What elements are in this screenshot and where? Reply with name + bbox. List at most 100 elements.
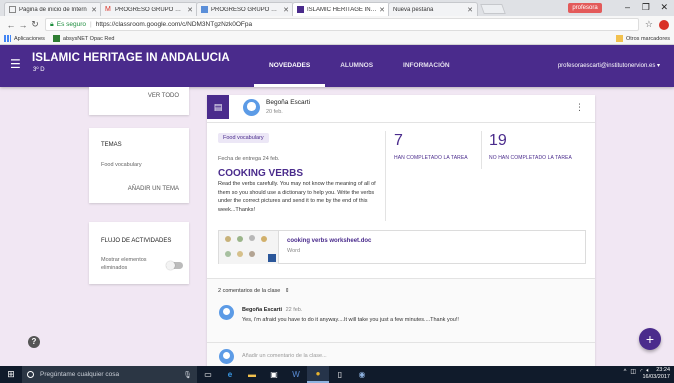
- add-button[interactable]: +: [639, 328, 661, 350]
- apps-grid-icon: [4, 35, 11, 42]
- task-view-icon[interactable]: ▭: [197, 366, 219, 383]
- bookmark-apps[interactable]: Aplicaciones: [4, 35, 45, 42]
- bookmark-label: Otros marcadores: [625, 35, 670, 42]
- tab-informacion[interactable]: INFORMACIÓN: [388, 45, 465, 87]
- assignment-post: ▤ Begoña Escarti 20 feb. ⋮ Food vocabula…: [207, 95, 595, 383]
- comment-text: Yes, i'm afraid you have to do it anyway…: [242, 317, 459, 323]
- class-header: ☰ ISLAMIC HERITAGE IN ANDALUCIA 3º D NOV…: [0, 45, 674, 87]
- folder-icon: [615, 35, 623, 42]
- taskbar-search[interactable]: Pregúntame cualquier cosa 🎙︎: [22, 366, 197, 383]
- tab-alumnos[interactable]: ALUMNOS: [325, 45, 388, 87]
- comment-header: Begoña Escarti 22 feb.: [242, 307, 302, 313]
- post-author: Begoña Escarti: [266, 99, 311, 106]
- store-icon[interactable]: ▣: [263, 366, 285, 383]
- comment-author: Begoña Escarti: [242, 307, 283, 313]
- close-tab-icon[interactable]: ✕: [187, 6, 193, 14]
- attachment[interactable]: cooking verbs worksheet.doc Word: [218, 230, 586, 264]
- show-deleted-label: Mostrar elementos eliminados: [101, 257, 147, 271]
- show-deleted-toggle[interactable]: [166, 261, 183, 270]
- maximize-button[interactable]: ❐: [642, 2, 650, 13]
- menu-icon[interactable]: ☰: [10, 57, 21, 71]
- notes-icon[interactable]: ▯: [329, 366, 351, 383]
- reload-icon[interactable]: ↻: [29, 19, 41, 30]
- divider: [481, 131, 482, 169]
- post-date: 20 feb.: [266, 109, 283, 115]
- clock-date: 16/03/2017: [642, 374, 670, 380]
- app-icon[interactable]: ◉: [351, 366, 373, 383]
- help-icon[interactable]: ?: [28, 336, 40, 348]
- add-comment-input[interactable]: Añadir un comentario de la clase...: [242, 353, 327, 359]
- avatar: [219, 305, 234, 320]
- chrome-icon[interactable]: ●: [307, 366, 329, 383]
- avatar: [219, 349, 234, 364]
- close-tab-icon[interactable]: ✕: [379, 6, 385, 14]
- browser-tab[interactable]: Página de inicio de Intern ✕: [4, 2, 102, 16]
- clock[interactable]: 23:24 16/03/2017: [642, 367, 670, 381]
- comment-date: 22 feb.: [285, 307, 303, 313]
- stream-title: FLUJO DE ACTIVIDADES: [101, 238, 172, 244]
- forward-icon[interactable]: →: [17, 20, 29, 30]
- tab-title: Página de inicio de Intern: [19, 6, 87, 13]
- tab-title: PROGRESO GRUPO DE T: [115, 6, 186, 13]
- browser-tab-active[interactable]: ISLAMIC HERITAGE IN AN ✕: [292, 2, 390, 16]
- class-nav: NOVEDADES ALUMNOS INFORMACIÓN: [254, 45, 465, 87]
- add-topic-button[interactable]: AÑADIR UN TEMA: [128, 186, 179, 192]
- minimize-button[interactable]: –: [625, 2, 630, 12]
- lock-icon: 🔒︎: [50, 20, 54, 28]
- windows-start-icon[interactable]: ⊞: [0, 369, 22, 380]
- url-text: https://classroom.google.com/c/NDM3NTgzN…: [95, 21, 253, 28]
- browser-tab[interactable]: M PROGRESO GRUPO DE T ✕: [100, 2, 198, 16]
- more-options-icon[interactable]: ⋮: [575, 102, 584, 113]
- completed-label: HAN COMPLETADO LA TAREA: [394, 155, 468, 161]
- tab-novedades[interactable]: NOVEDADES: [254, 45, 326, 87]
- new-tab-button[interactable]: [480, 4, 506, 14]
- tab-title: ISLAMIC HERITAGE IN AN: [307, 6, 378, 13]
- browser-tab[interactable]: Nueva pestaña ✕: [388, 2, 478, 16]
- close-tab-icon[interactable]: ✕: [283, 6, 289, 14]
- other-bookmarks[interactable]: Otros marcadores: [615, 35, 670, 42]
- tray-chevron-icon[interactable]: ^: [624, 369, 627, 375]
- not-completed-count[interactable]: 19: [489, 132, 507, 150]
- upcoming-card: VER TODO: [89, 87, 189, 115]
- back-icon[interactable]: ←: [5, 20, 17, 30]
- bookmark-star-icon[interactable]: ☆: [645, 19, 653, 30]
- bookmark-label: absysNET Opac Red: [62, 35, 115, 42]
- microphone-icon[interactable]: 🎙︎: [183, 371, 192, 379]
- bookmarks-bar: Aplicaciones absysNET Opac Red Otros mar…: [0, 33, 674, 45]
- sheets-icon: [201, 6, 208, 13]
- divider: [207, 122, 595, 123]
- browser-tab-strip: Página de inicio de Intern ✕ M PROGRESO …: [0, 0, 674, 16]
- extension-icon[interactable]: [659, 19, 669, 30]
- avatar: [243, 99, 260, 116]
- attachment-thumbnail: [219, 231, 279, 264]
- close-tab-icon[interactable]: ✕: [467, 6, 473, 14]
- stream-settings-card: FLUJO DE ACTIVIDADES Mostrar elementos e…: [89, 222, 189, 284]
- attachment-type: Word: [287, 248, 301, 254]
- profile-button[interactable]: profesora: [568, 3, 602, 13]
- word-icon[interactable]: W: [285, 366, 307, 383]
- comments-toggle[interactable]: 2 comentarios de la clase ⇕: [218, 288, 290, 294]
- topic-item[interactable]: Food vocabulary: [101, 162, 142, 168]
- account-menu[interactable]: profesoraescarti@institutonervion.es ▾: [558, 62, 660, 69]
- close-tab-icon[interactable]: ✕: [91, 6, 97, 14]
- class-title[interactable]: ISLAMIC HERITAGE IN ANDALUCIA: [32, 52, 230, 64]
- bookmark-label: Aplicaciones: [14, 35, 45, 42]
- ver-todo-link[interactable]: VER TODO: [148, 93, 179, 99]
- url-input[interactable]: 🔒︎ Es seguro | https://classroom.google.…: [45, 18, 639, 31]
- close-window-button[interactable]: ✕: [660, 2, 668, 13]
- bookmark-absysnet[interactable]: absysNET Opac Red: [52, 35, 115, 42]
- divider: [385, 131, 386, 221]
- assignment-title[interactable]: COOKING VERBS: [218, 168, 303, 179]
- class-section: 3º D: [33, 67, 45, 73]
- edge-icon[interactable]: e: [219, 366, 241, 383]
- clock-time: 23:24: [656, 367, 670, 373]
- attachment-name[interactable]: cooking verbs worksheet.doc: [287, 238, 371, 244]
- file-explorer-icon[interactable]: ▬: [241, 366, 263, 383]
- search-placeholder: Pregúntame cualquier cosa: [40, 371, 120, 378]
- not-completed-label: NO HAN COMPLETADO LA TAREA: [489, 155, 572, 161]
- classroom-icon: [297, 6, 304, 13]
- topic-chip[interactable]: Food vocabulary: [218, 133, 269, 143]
- completed-count[interactable]: 7: [394, 132, 403, 150]
- network-icon[interactable]: ◫: [630, 368, 636, 375]
- browser-tab[interactable]: PROGRESO GRUPO DE T ✕: [196, 2, 294, 16]
